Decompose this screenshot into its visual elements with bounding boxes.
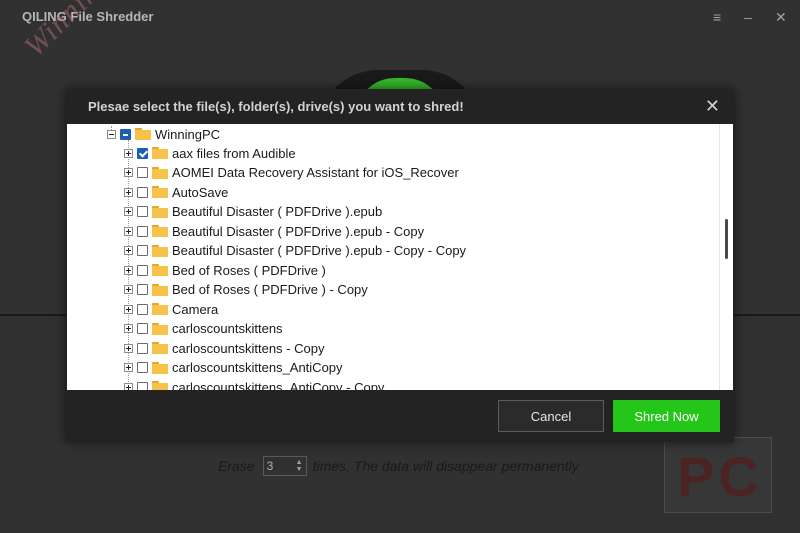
item-checkbox[interactable] bbox=[137, 225, 148, 237]
cancel-button[interactable]: Cancel bbox=[498, 400, 604, 432]
tree-item-label: AutoSave bbox=[172, 184, 229, 200]
tree-item-label: carloscountskittens_AntiCopy bbox=[172, 360, 343, 375]
item-checkbox[interactable] bbox=[137, 381, 148, 390]
folder-icon bbox=[152, 264, 168, 276]
folder-icon bbox=[152, 361, 168, 374]
item-checkbox[interactable] bbox=[137, 342, 148, 354]
folder-icon bbox=[135, 128, 151, 140]
folder-icon bbox=[152, 244, 168, 257]
tree-item[interactable]: Camera bbox=[124, 299, 218, 319]
tree-root-label: WinningPC bbox=[155, 126, 221, 142]
tree-item-label: carloscountskittens - Copy bbox=[172, 340, 325, 356]
select-files-dialog: Plesae select the file(s), folder(s), dr… bbox=[66, 89, 734, 442]
collapse-icon[interactable] bbox=[107, 129, 116, 139]
folder-icon bbox=[152, 166, 168, 179]
tree-item[interactable]: aax files from Audible bbox=[124, 143, 296, 163]
tree-item[interactable]: Bed of Roses ( PDFDrive ) - Copy bbox=[124, 280, 368, 300]
expand-icon[interactable] bbox=[124, 304, 133, 314]
item-checkbox[interactable] bbox=[137, 245, 148, 256]
tree-item-label: Beautiful Disaster ( PDFDrive ).epub bbox=[172, 204, 383, 219]
tree-item[interactable]: carloscountskittens_AntiCopy bbox=[124, 358, 343, 378]
file-tree[interactable]: WinningPC aax files from Audible AOMEI Da… bbox=[67, 124, 719, 390]
folder-icon bbox=[152, 283, 168, 296]
expand-icon[interactable] bbox=[124, 343, 133, 353]
tree-item[interactable]: Beautiful Disaster ( PDFDrive ).epub - C… bbox=[124, 241, 466, 261]
folder-icon bbox=[152, 225, 168, 237]
tree-item[interactable]: carloscountskittens bbox=[124, 319, 283, 339]
tree-item[interactable]: Bed of Roses ( PDFDrive ) bbox=[124, 260, 326, 280]
tree-item-label: carloscountskittens_AntiCopy - Copy bbox=[172, 379, 385, 391]
tree-item[interactable]: Beautiful Disaster ( PDFDrive ).epub - C… bbox=[124, 221, 424, 241]
expand-icon[interactable] bbox=[124, 226, 133, 236]
item-checkbox[interactable] bbox=[137, 284, 148, 295]
tree-item-label: aax files from Audible bbox=[172, 145, 296, 161]
expand-icon[interactable] bbox=[124, 207, 133, 216]
folder-icon bbox=[152, 381, 168, 390]
item-checkbox[interactable] bbox=[137, 264, 148, 276]
expand-icon[interactable] bbox=[124, 324, 133, 333]
expand-icon[interactable] bbox=[124, 246, 133, 255]
tree-item[interactable]: AutoSave bbox=[124, 182, 228, 202]
expand-icon[interactable] bbox=[124, 148, 133, 158]
item-checkbox[interactable] bbox=[137, 186, 148, 198]
item-checkbox[interactable] bbox=[137, 323, 148, 334]
root-checkbox[interactable] bbox=[120, 128, 131, 140]
folder-icon bbox=[152, 186, 168, 198]
item-checkbox[interactable] bbox=[137, 167, 148, 178]
item-checkbox[interactable] bbox=[137, 147, 148, 159]
tree-root[interactable]: WinningPC bbox=[107, 124, 220, 144]
folder-icon bbox=[152, 205, 168, 218]
folder-icon bbox=[152, 303, 168, 315]
tree-item-label: AOMEI Data Recovery Assistant for iOS_Re… bbox=[172, 165, 459, 180]
folder-icon bbox=[152, 147, 168, 159]
folder-icon bbox=[152, 342, 168, 354]
folder-icon bbox=[152, 322, 168, 335]
tree-item-label: Camera bbox=[172, 301, 219, 317]
expand-icon[interactable] bbox=[124, 285, 133, 294]
item-checkbox[interactable] bbox=[137, 206, 148, 217]
expand-icon[interactable] bbox=[124, 363, 133, 372]
tree-item[interactable]: Beautiful Disaster ( PDFDrive ).epub bbox=[124, 202, 382, 222]
shred-now-button[interactable]: Shred Now bbox=[613, 400, 720, 432]
scroll-thumb[interactable] bbox=[725, 219, 728, 259]
tree-item-label: carloscountskittens bbox=[172, 321, 283, 336]
expand-icon[interactable] bbox=[124, 168, 133, 177]
tree-scrollbar[interactable] bbox=[719, 124, 733, 390]
dialog-close-icon[interactable]: ✕ bbox=[705, 96, 720, 117]
expand-icon[interactable] bbox=[124, 382, 133, 390]
tree-item-label: Bed of Roses ( PDFDrive ) - Copy bbox=[172, 282, 368, 297]
tree-item[interactable]: carloscountskittens_AntiCopy - Copy bbox=[124, 377, 384, 390]
tree-item-label: Beautiful Disaster ( PDFDrive ).epub - C… bbox=[172, 223, 425, 239]
tree-item-label: Bed of Roses ( PDFDrive ) bbox=[172, 262, 326, 278]
item-checkbox[interactable] bbox=[137, 303, 148, 315]
item-checkbox[interactable] bbox=[137, 362, 148, 373]
tree-item[interactable]: AOMEI Data Recovery Assistant for iOS_Re… bbox=[124, 163, 459, 183]
dialog-title: Plesae select the file(s), folder(s), dr… bbox=[88, 98, 464, 114]
dialog-header: Plesae select the file(s), folder(s), dr… bbox=[66, 89, 734, 123]
tree-item[interactable]: carloscountskittens - Copy bbox=[124, 338, 324, 358]
tree-item-label: Beautiful Disaster ( PDFDrive ).epub - C… bbox=[172, 243, 467, 258]
expand-icon[interactable] bbox=[124, 265, 133, 275]
expand-icon[interactable] bbox=[124, 187, 133, 197]
